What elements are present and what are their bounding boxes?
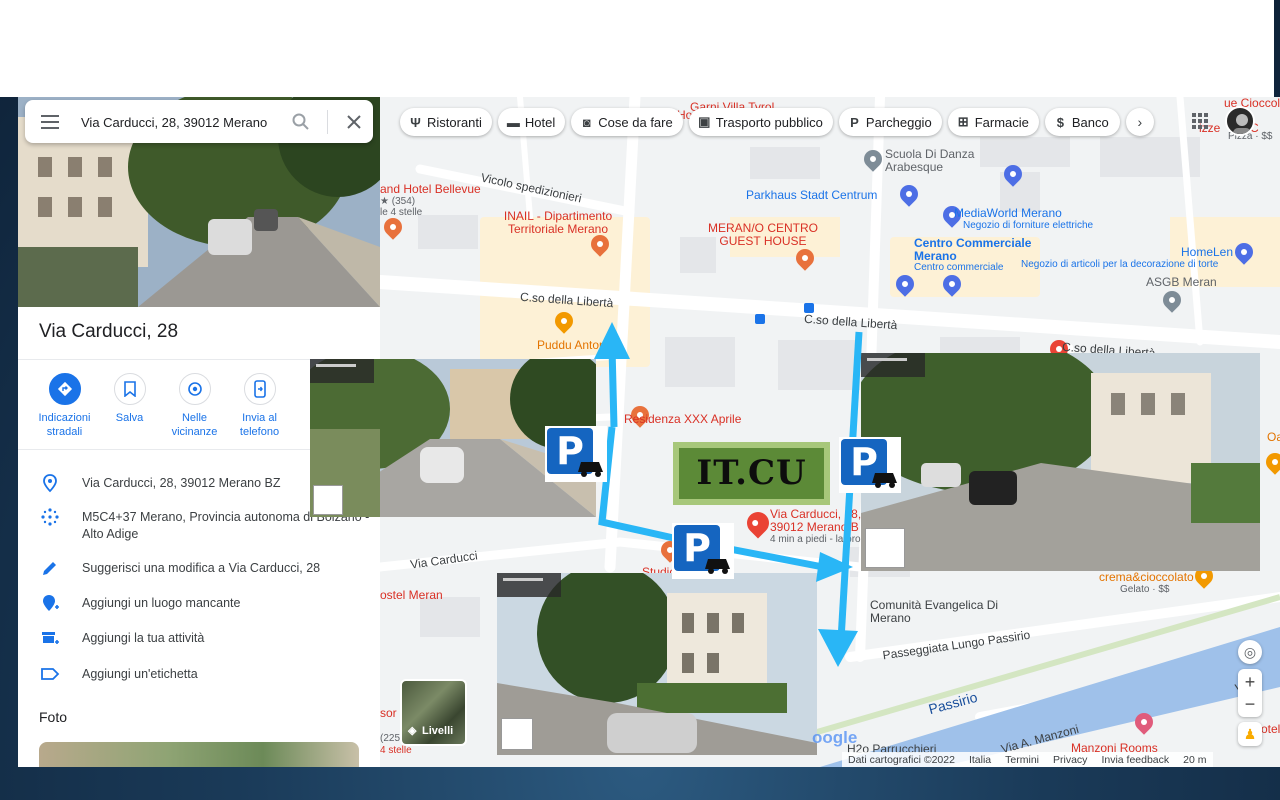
chip-cose-da-fare[interactable]: ◙ Cose da fare <box>571 108 683 136</box>
add-place-icon <box>43 595 59 611</box>
chip-hotel[interactable]: ▬ Hotel <box>497 108 566 136</box>
nearby-icon <box>178 373 211 405</box>
place-label[interactable]: ostel Meran <box>380 589 443 602</box>
chip-ristoranti[interactable]: Ψ Ristoranti <box>400 108 492 136</box>
transit-icon: ▣ <box>698 114 711 129</box>
streetview-minimap[interactable] <box>501 718 533 750</box>
place-label[interactable]: Oas <box>1267 431 1280 444</box>
place-label[interactable]: and Hotel Bellevue <box>380 183 481 196</box>
zoom-in-button[interactable]: + <box>1245 671 1256 693</box>
chip-farmacie[interactable]: ⊞ Farmacie <box>947 108 1039 136</box>
place-category: Negozio di forniture elettriche <box>963 220 1094 231</box>
restaurant-icon: Ψ <box>410 114 421 130</box>
chevron-right-icon: › <box>1137 114 1143 130</box>
save-button[interactable]: Salva <box>97 373 162 439</box>
streetview-header <box>497 573 561 597</box>
add-business-icon <box>42 632 59 644</box>
photos-heading: Foto <box>39 709 68 725</box>
place-label[interactable]: Parkhaus Stadt Centrum <box>746 189 877 202</box>
parking-icon: P <box>850 114 859 130</box>
chip-trasporto-pubblico[interactable]: ▣ Trasporto pubblico <box>688 108 833 136</box>
place-label[interactable]: Scuola Di Danza Arabesque <box>885 148 1005 174</box>
place-category: Gelato · $$ <box>1120 584 1170 595</box>
parking-sign-icon: P <box>545 426 607 482</box>
place-actions: Indicazioni stradali Salva Nelle vicinan… <box>32 373 292 439</box>
map-attribution: Dati cartografici ©2022 Italia Termini P… <box>842 752 1213 767</box>
place-rating: (225 <box>380 733 401 744</box>
feedback-link[interactable]: Invia feedback <box>1101 754 1169 766</box>
search-icon[interactable] <box>291 112 311 132</box>
terms-link[interactable]: Termini <box>1005 754 1039 766</box>
place-category: le 4 stelle <box>380 207 423 218</box>
place-category: 4 stelle <box>380 745 412 756</box>
place-label[interactable]: INAIL - Dipartimento Territoriale Merano <box>488 210 628 236</box>
place-category: Negozio di articoli per la decorazione d… <box>1021 259 1219 270</box>
label-tag-icon <box>41 668 60 680</box>
privacy-link[interactable]: Privacy <box>1053 754 1087 766</box>
browser-top-area <box>0 0 1274 97</box>
nearby-button[interactable]: Nelle vicinanze <box>162 373 227 439</box>
place-label[interactable]: HomeLen <box>1181 246 1233 259</box>
place-label[interactable]: ASGB Meran <box>1146 276 1217 289</box>
crosshair-icon: ◎ <box>1243 643 1257 660</box>
place-rating: ★ (354) <box>380 196 416 207</box>
category-chips: Ψ Ristoranti ▬ Hotel ◙ Cose da fare ▣ Traspo… <box>400 108 1154 136</box>
camera-icon: ◙ <box>582 114 591 130</box>
plus-code-icon <box>41 508 59 526</box>
zoom-controls: + − <box>1238 669 1262 717</box>
my-location-button[interactable]: ◎ <box>1238 640 1262 664</box>
location-pin-icon <box>43 474 57 493</box>
street-photo <box>861 353 1260 571</box>
place-label[interactable]: MERAN/O CENTRO GUEST HOUSE <box>698 222 828 248</box>
parking-sign-icon: P <box>672 523 734 579</box>
place-label[interactable]: otel <box>1261 723 1280 736</box>
pegman-icon: ♟ <box>1243 725 1257 742</box>
chip-banco[interactable]: $ Banco <box>1044 108 1120 136</box>
avatar[interactable] <box>1225 106 1255 136</box>
menu-icon[interactable] <box>41 115 59 129</box>
search-input[interactable] <box>81 112 277 132</box>
close-icon[interactable] <box>346 114 362 130</box>
directions-icon <box>48 373 81 405</box>
streetview-header <box>310 359 374 383</box>
place-title: Via Carducci, 28 <box>39 321 179 342</box>
send-to-phone-icon <box>243 373 276 405</box>
region-link[interactable]: Italia <box>969 754 991 766</box>
send-to-phone-button[interactable]: Invia al telefono <box>227 373 292 439</box>
apps-grid-icon[interactable] <box>1192 113 1208 129</box>
place-label[interactable]: crema&cioccolato <box>1099 571 1194 584</box>
atm-icon: $ <box>1056 114 1064 130</box>
place-label[interactable]: sor <box>380 707 397 720</box>
place-label[interactable]: Comunità Evangelica Di Merano <box>870 599 1000 625</box>
layers-icon: ◈ <box>408 725 417 737</box>
parking-sign-icon: P <box>839 437 901 493</box>
pegman-button[interactable]: ♟ <box>1238 722 1262 746</box>
search-box <box>25 100 373 143</box>
itcu-logo-overlay: IT.CU <box>673 442 830 505</box>
streetview-minimap[interactable] <box>313 485 343 515</box>
place-category: Centro commerciale <box>914 262 1004 273</box>
scale-bar[interactable]: 20 m <box>1183 754 1206 766</box>
chip-parcheggio[interactable]: P Parcheggio <box>838 108 942 136</box>
edit-pencil-icon <box>43 562 56 575</box>
photo-thumbnail[interactable] <box>39 742 359 767</box>
directions-button[interactable]: Indicazioni stradali <box>32 373 97 439</box>
place-label[interactable]: MediaWorld Merano <box>954 207 1062 220</box>
chips-next-button[interactable]: › <box>1125 108 1154 136</box>
bookmark-icon <box>113 373 146 405</box>
zoom-out-button[interactable]: − <box>1245 693 1256 715</box>
search-divider <box>327 110 328 134</box>
layers-button[interactable]: ◈ Livelli <box>400 679 467 746</box>
google-logo: oogle <box>812 728 858 747</box>
hotel-icon: ▬ <box>506 114 520 130</box>
maps-window: Garni Villa Tyrol Ho and Hotel Bellevue … <box>18 97 1280 767</box>
pharmacy-icon: ⊞ <box>957 114 969 129</box>
streetview-photo-2[interactable] <box>861 353 1260 571</box>
